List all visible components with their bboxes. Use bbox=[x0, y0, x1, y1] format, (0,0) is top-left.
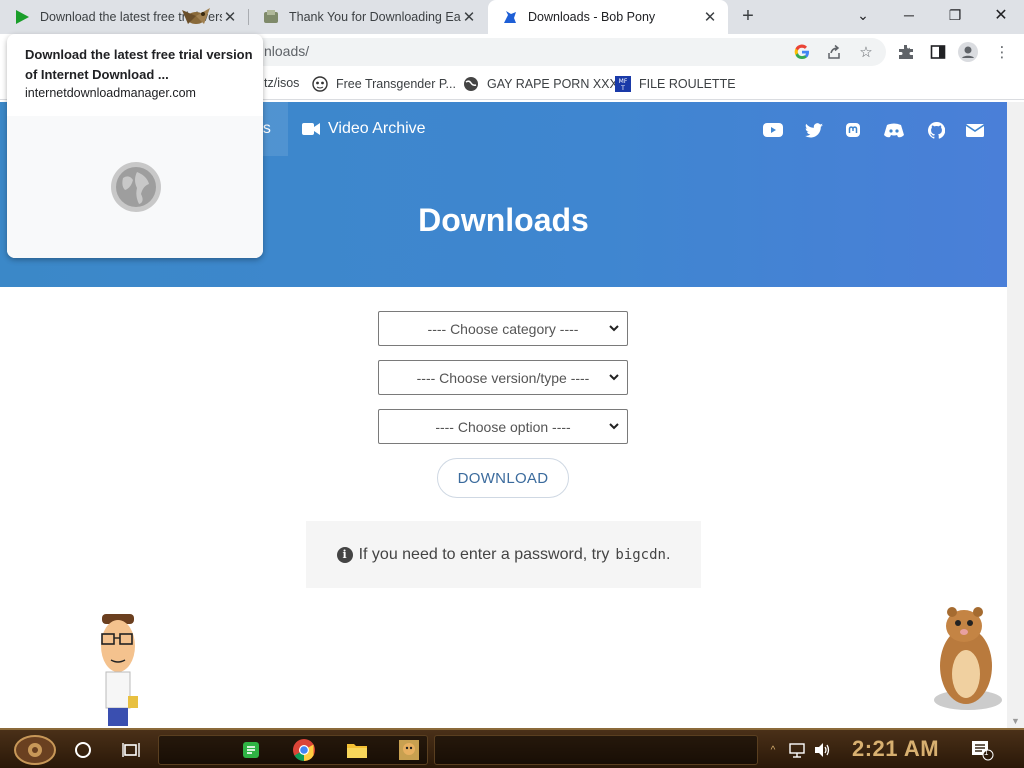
mail-icon[interactable] bbox=[964, 120, 986, 140]
globe-icon bbox=[111, 162, 161, 212]
tab-bob-pony[interactable]: Downloads - Bob Pony ✕ bbox=[488, 0, 728, 34]
option-select[interactable]: ---- Choose option ---- bbox=[378, 409, 628, 444]
svg-text:T: T bbox=[620, 85, 625, 92]
chevron-down-icon bbox=[609, 374, 619, 381]
select-value: ---- Choose option ---- bbox=[435, 418, 571, 435]
taskbar-clock[interactable]: 2:21 AM bbox=[852, 736, 939, 762]
notes-app-icon[interactable] bbox=[238, 736, 264, 764]
globe-icon bbox=[463, 76, 479, 92]
nav-label: Video Archive bbox=[328, 120, 426, 137]
app-icon bbox=[263, 9, 279, 25]
discord-icon[interactable] bbox=[883, 120, 905, 140]
nav-item-video-archive[interactable]: Video Archive bbox=[302, 120, 426, 138]
google-icon[interactable] bbox=[792, 42, 812, 62]
download-button[interactable]: DOWNLOAD bbox=[437, 458, 569, 498]
menu-icon[interactable]: ⋮ bbox=[992, 42, 1012, 62]
category-select[interactable]: ---- Choose category ---- bbox=[378, 311, 628, 346]
youtube-icon[interactable] bbox=[762, 120, 784, 140]
minimize-icon[interactable]: ─ bbox=[886, 0, 932, 30]
notification-center-icon[interactable]: 1 bbox=[968, 736, 996, 764]
version-select[interactable]: ---- Choose version/type ---- bbox=[378, 360, 628, 395]
bookmark-isos[interactable]: tz/isos bbox=[264, 76, 299, 90]
network-icon[interactable] bbox=[786, 736, 808, 764]
bookmark-label: FILE ROULETTE bbox=[639, 77, 736, 91]
volume-icon[interactable] bbox=[812, 736, 834, 764]
maximize-icon[interactable]: ❐ bbox=[932, 0, 978, 30]
tab-title: Thank You for Downloading Easy bbox=[289, 10, 461, 24]
close-icon[interactable]: ✕ bbox=[702, 8, 718, 26]
play-icon bbox=[14, 9, 30, 25]
scrollbar[interactable]: ▼ bbox=[1007, 102, 1024, 728]
notification-count: 1 bbox=[984, 748, 989, 757]
tab-hover-card: Download the latest free trial version o… bbox=[7, 34, 263, 258]
tab-strip: Download the latest free trial version o… bbox=[0, 0, 1024, 34]
bookmark-gay[interactable]: GAY RAPE PORN XXX bbox=[463, 76, 618, 92]
chevron-down-icon bbox=[609, 325, 619, 332]
game-app-icon[interactable] bbox=[396, 736, 422, 764]
notice-text: If you need to enter a password, try bbox=[358, 545, 610, 563]
share-icon[interactable] bbox=[824, 42, 844, 62]
scroll-down-icon[interactable]: ▼ bbox=[1011, 716, 1020, 726]
svg-text:MF: MF bbox=[619, 78, 628, 85]
side-panel-icon[interactable] bbox=[928, 42, 948, 62]
bookmark-label: GAY RAPE PORN XXX bbox=[487, 77, 618, 91]
notice-end: . bbox=[665, 545, 671, 563]
cortana-icon[interactable] bbox=[70, 736, 96, 764]
bookmark-file-roulette[interactable]: MF T FILE ROULETTE bbox=[615, 76, 736, 92]
bookmark-label: Free Transgender P... bbox=[336, 77, 456, 91]
file-explorer-icon[interactable] bbox=[344, 736, 370, 764]
info-icon: i bbox=[336, 546, 353, 563]
task-view-icon[interactable] bbox=[118, 736, 144, 764]
new-tab-button[interactable]: + bbox=[736, 5, 760, 29]
bird-icon bbox=[178, 2, 214, 32]
select-value: ---- Choose version/type ---- bbox=[416, 369, 590, 386]
tab-search-icon[interactable]: ⌄ bbox=[840, 0, 886, 30]
tab-title: Downloads - Bob Pony bbox=[528, 10, 656, 24]
profile-icon[interactable] bbox=[958, 42, 978, 62]
taskbar-empty-area bbox=[434, 735, 758, 765]
twitter-icon[interactable] bbox=[803, 120, 825, 140]
mastodon-icon[interactable] bbox=[842, 120, 864, 140]
close-icon[interactable]: ✕ bbox=[461, 8, 477, 26]
mft-icon: MF T bbox=[615, 76, 631, 92]
star-icon[interactable]: ☆ bbox=[856, 42, 876, 62]
bookmark-transgender[interactable]: Free Transgender P... bbox=[312, 76, 456, 92]
chevron-down-icon bbox=[609, 423, 619, 430]
pony-icon bbox=[502, 9, 518, 25]
start-button[interactable] bbox=[10, 735, 60, 765]
close-window-icon[interactable]: ✕ bbox=[978, 0, 1024, 30]
cartoon-man-image bbox=[88, 612, 148, 728]
mask-icon bbox=[312, 76, 328, 92]
url-text[interactable]: nloads/ bbox=[264, 43, 309, 59]
extensions-icon[interactable] bbox=[896, 42, 916, 62]
select-value: ---- Choose category ---- bbox=[427, 320, 579, 337]
taskbar: ^ 2:21 AM 1 bbox=[0, 728, 1024, 768]
tab-easy[interactable]: Thank You for Downloading Easy ✕ bbox=[249, 0, 487, 34]
bookmark-label: tz/isos bbox=[264, 76, 300, 90]
chrome-icon[interactable] bbox=[290, 736, 318, 764]
hover-card-title: Download the latest free trial version o… bbox=[25, 47, 253, 82]
notice-password: bigcdn bbox=[615, 546, 666, 563]
hover-card-domain: internetdownloadmanager.com bbox=[25, 86, 196, 100]
video-icon bbox=[302, 123, 320, 135]
password-notice: i If you need to enter a password, try b… bbox=[306, 521, 701, 588]
github-icon[interactable] bbox=[925, 120, 947, 140]
show-hidden-icons[interactable]: ^ bbox=[766, 736, 780, 764]
hamster-image bbox=[922, 604, 1004, 712]
close-icon[interactable]: ✕ bbox=[222, 8, 238, 26]
